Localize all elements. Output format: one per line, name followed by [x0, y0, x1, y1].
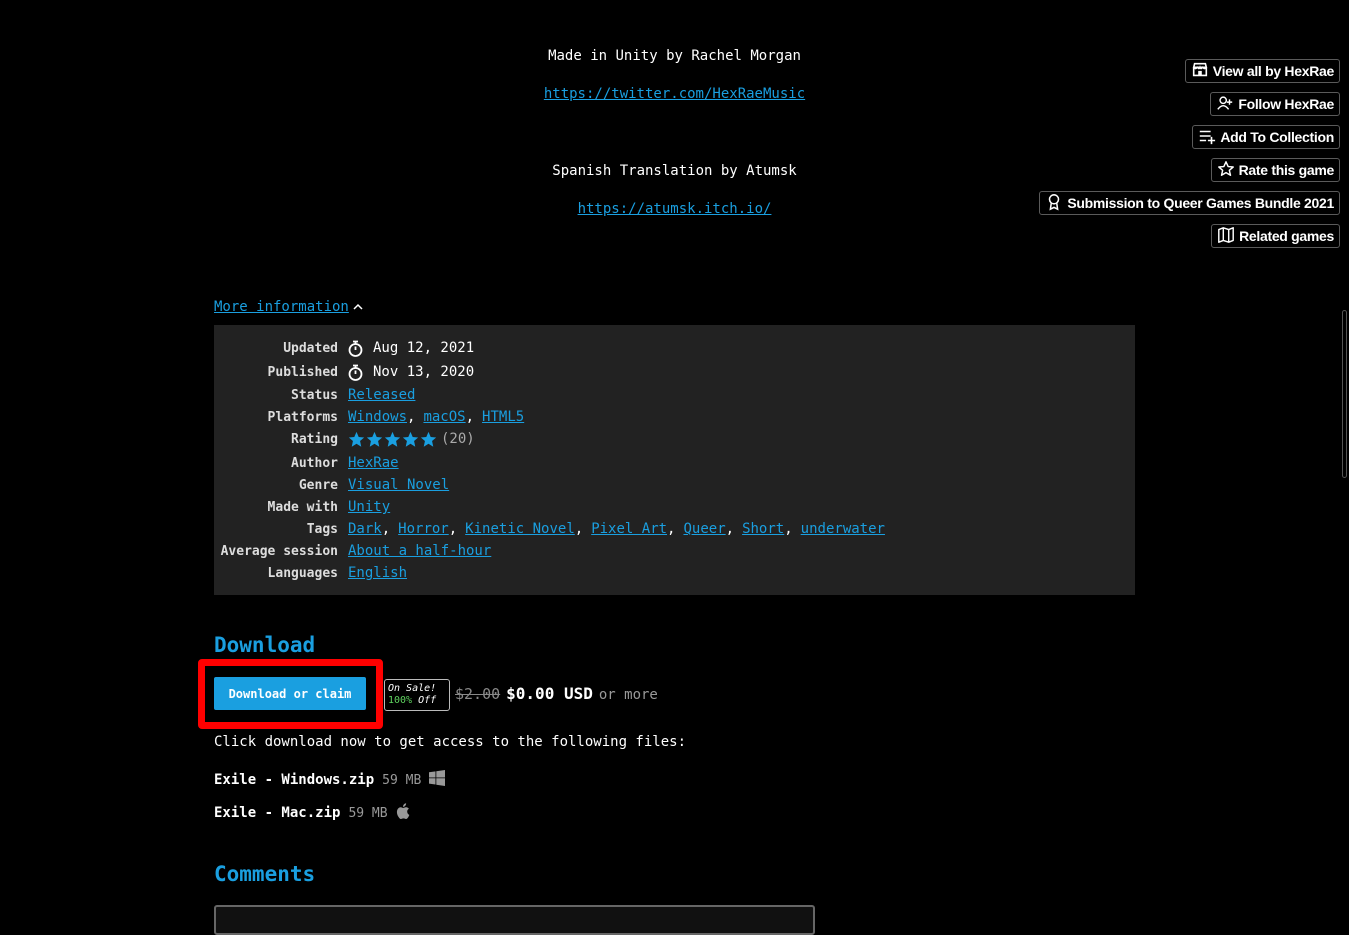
view-all-button[interactable]: View all by HexRae [1184, 59, 1340, 83]
info-row-made-with: Made with Unity [214, 496, 1135, 518]
updated-value: Aug 12, 2021 [373, 340, 475, 356]
info-key: Platforms [267, 409, 338, 425]
tag-link[interactable]: Horror [398, 521, 449, 537]
download-or-claim-button[interactable]: Download or claim [214, 677, 366, 710]
info-row-published: Published Nov 13, 2020 [214, 361, 1135, 383]
store-icon [1191, 61, 1209, 82]
info-key: Published [267, 364, 338, 380]
star-icon [348, 431, 365, 447]
file-name: Exile - Windows.zip [214, 772, 375, 788]
price-row: $2.00 $0.00 USD or more [455, 684, 658, 703]
info-row-tags: Tags Dark, Horror, Kinetic Novel, Pixel … [214, 518, 1135, 540]
info-row-updated: Updated Aug 12, 2021 [214, 337, 1135, 359]
file-row: Exile - Mac.zip 59 MB [214, 803, 412, 823]
status-link[interactable]: Released [348, 387, 415, 403]
star-icon [1217, 160, 1235, 181]
info-key: Updated [283, 340, 338, 356]
file-size: 59 MB [348, 805, 388, 821]
scrollbar-thumb[interactable] [1342, 310, 1347, 478]
info-key: Average session [220, 543, 338, 559]
info-row-platforms: Platforms Windows, macOS, HTML5 [214, 406, 1135, 428]
ribbon-icon [1045, 193, 1063, 214]
file-name: Exile - Mac.zip [214, 805, 341, 821]
tag-link[interactable]: Queer [683, 521, 725, 537]
sale-off: Off [418, 695, 437, 706]
tag-link[interactable]: Short [742, 521, 784, 537]
tag-link[interactable]: Dark [348, 521, 382, 537]
info-key: Rating [291, 431, 338, 447]
stopwatch-icon [348, 364, 363, 381]
platform-link[interactable]: macOS [423, 409, 465, 425]
info-row-status: Status Released [214, 384, 1135, 406]
made-with-link[interactable]: Unity [348, 499, 390, 515]
twitter-link[interactable]: https://twitter.com/HexRaeMusic [544, 86, 805, 102]
star-rating [348, 431, 437, 448]
files-intro: Click download now to get access to the … [214, 734, 687, 750]
add-to-list-icon [1198, 127, 1216, 148]
more-information-toggle[interactable]: More information [214, 299, 363, 315]
star-icon [420, 431, 437, 447]
chevron-up-icon [353, 299, 363, 315]
info-key: Author [291, 455, 338, 471]
published-value: Nov 13, 2020 [373, 364, 475, 380]
more-information-link[interactable]: More information [214, 299, 349, 315]
stopwatch-icon [348, 340, 363, 357]
or-more-label: or more [598, 687, 658, 703]
file-size: 59 MB [382, 772, 422, 788]
star-icon [384, 431, 401, 447]
comment-input[interactable] [214, 905, 815, 935]
rate-game-label: Rate this game [1238, 162, 1335, 178]
tag-link[interactable]: Kinetic Novel [465, 521, 575, 537]
follow-user-icon [1216, 94, 1234, 115]
sale-badge: On Sale! 100% Off [384, 679, 450, 711]
add-to-collection-button[interactable]: Add To Collection [1192, 125, 1340, 149]
sale-label: On Sale! [388, 683, 437, 694]
info-key: Tags [306, 521, 338, 537]
star-icon [402, 431, 419, 447]
info-panel: Updated Aug 12, 2021 Published Nov 13, 2… [214, 325, 1135, 595]
info-row-languages: Languages English [214, 562, 1135, 584]
follow-label: Follow HexRae [1238, 96, 1334, 112]
file-row: Exile - Windows.zip 59 MB [214, 770, 446, 790]
info-key: Status [291, 387, 338, 403]
rating-count: (20) [441, 431, 475, 447]
rate-game-button[interactable]: Rate this game [1210, 158, 1340, 182]
average-session-link[interactable]: About a half-hour [348, 543, 491, 559]
sale-price: $0.00 USD [506, 684, 593, 703]
tag-link[interactable]: Pixel Art [591, 521, 667, 537]
related-games-button[interactable]: Related games [1211, 224, 1340, 248]
platform-link[interactable]: HTML5 [482, 409, 524, 425]
bundle-submission-label: Submission to Queer Games Bundle 2021 [1067, 195, 1334, 211]
language-link[interactable]: English [348, 565, 407, 581]
info-key: Made with [267, 499, 338, 515]
apple-icon [396, 803, 412, 823]
original-price: $2.00 [455, 685, 501, 703]
info-row-average-session: Average session About a half-hour [214, 540, 1135, 562]
windows-icon [429, 770, 446, 790]
game-actions: View all by HexRae Follow HexRae Add To … [1039, 59, 1340, 248]
map-icon [1217, 226, 1235, 247]
info-row-rating: Rating (20) [214, 428, 1135, 450]
info-key: Languages [267, 565, 338, 581]
follow-button[interactable]: Follow HexRae [1210, 92, 1340, 116]
page-scrollbar[interactable] [1341, 310, 1349, 478]
genre-link[interactable]: Visual Novel [348, 477, 449, 493]
download-heading: Download [214, 633, 316, 657]
info-key: Genre [298, 477, 338, 493]
star-icon [366, 431, 383, 447]
info-row-author: Author HexRae [214, 452, 1135, 474]
info-row-genre: Genre Visual Novel [214, 474, 1135, 496]
atumsk-link[interactable]: https://atumsk.itch.io/ [578, 201, 772, 217]
comments-heading: Comments [214, 862, 316, 886]
author-link[interactable]: HexRae [348, 455, 399, 471]
view-all-label: View all by HexRae [1212, 63, 1335, 79]
tag-link[interactable]: underwater [801, 521, 885, 537]
related-games-label: Related games [1239, 228, 1334, 244]
platform-link[interactable]: Windows [348, 409, 407, 425]
sale-percent: 100% [388, 695, 413, 706]
bundle-submission-button[interactable]: Submission to Queer Games Bundle 2021 [1039, 191, 1340, 215]
add-to-collection-label: Add To Collection [1220, 129, 1334, 145]
rating-stars[interactable]: (20) [348, 431, 475, 448]
